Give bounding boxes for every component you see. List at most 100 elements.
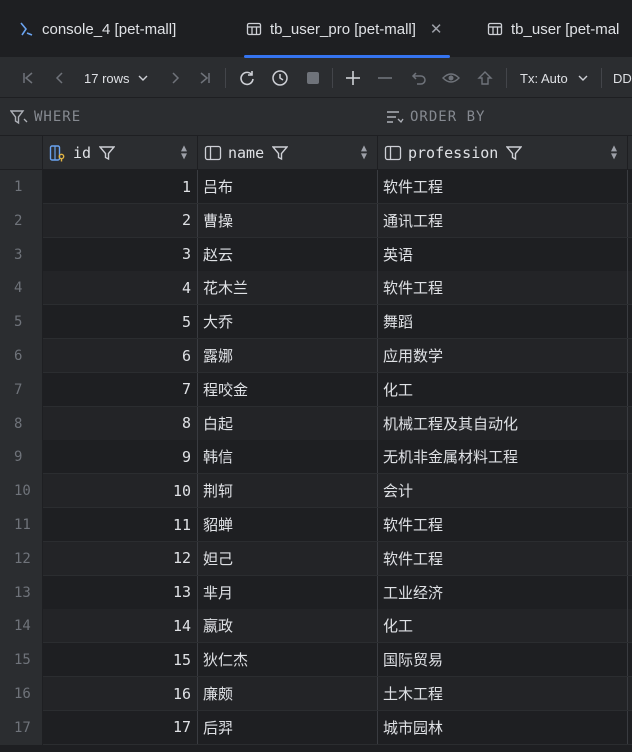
add-row-icon[interactable]: [342, 58, 364, 98]
id-cell[interactable]: 10: [43, 474, 198, 508]
tab-tb-user-pro[interactable]: tb_user_pro [pet-mall] ✕: [244, 0, 451, 58]
table-row[interactable]: 15 15 狄仁杰 国际贸易: [0, 643, 632, 678]
table-row[interactable]: 10 10 荆轲 会计: [0, 474, 632, 509]
next-page-icon[interactable]: [165, 58, 185, 98]
profession-cell[interactable]: 软件工程: [378, 541, 628, 575]
table-row[interactable]: 17 17 后羿 城市园林: [0, 710, 632, 745]
table-row[interactable]: 16 16 廉颇 土木工程: [0, 677, 632, 711]
name-cell[interactable]: 妲己: [198, 541, 378, 575]
table-row[interactable]: 7 7 程咬金 化工: [0, 372, 632, 407]
rows-count-dropdown[interactable]: 17 rows: [84, 58, 156, 98]
name-cell[interactable]: 赵云: [198, 237, 378, 271]
sort-arrows-icon[interactable]: ▲ ▼: [181, 144, 187, 162]
id-cell[interactable]: 13: [43, 575, 198, 609]
sort-arrows-icon[interactable]: ▲ ▼: [361, 144, 367, 162]
name-cell[interactable]: 貂蝉: [198, 508, 378, 541]
id-cell[interactable]: 14: [43, 609, 198, 643]
profession-cell[interactable]: 软件工程: [378, 271, 628, 305]
id-cell[interactable]: 15: [43, 643, 198, 677]
history-clock-icon[interactable]: [269, 58, 291, 98]
name-cell[interactable]: 白起: [198, 406, 378, 440]
id-cell[interactable]: 16: [43, 677, 198, 710]
id-cell[interactable]: 5: [43, 305, 198, 339]
view-changes-icon[interactable]: [440, 58, 464, 98]
name-cell[interactable]: 后羿: [198, 710, 378, 744]
profession-cell[interactable]: 机械工程及其自动化: [378, 406, 628, 440]
table-row[interactable]: 6 6 露娜 应用数学: [0, 339, 632, 373]
column-filter-icon[interactable]: [272, 145, 289, 161]
tab-console-4[interactable]: console_4 [pet-mall]: [18, 0, 176, 58]
profession-cell[interactable]: 软件工程: [378, 508, 628, 541]
name-cell[interactable]: 吕布: [198, 170, 378, 203]
profession-cell[interactable]: 城市园林: [378, 710, 628, 744]
id-cell[interactable]: 17: [43, 710, 198, 744]
column-header-name[interactable]: name ▲ ▼: [198, 136, 378, 170]
id-cell[interactable]: 2: [43, 203, 198, 237]
id-cell[interactable]: 11: [43, 508, 198, 541]
sort-arrows-icon[interactable]: ▲ ▼: [611, 144, 617, 162]
id-cell[interactable]: 8: [43, 406, 198, 440]
profession-cell[interactable]: 工业经济: [378, 575, 628, 609]
column-header-id[interactable]: id ▲ ▼: [43, 136, 198, 170]
stop-icon[interactable]: [302, 58, 324, 98]
column-header-profession[interactable]: profession ▲ ▼: [378, 136, 628, 170]
table-row[interactable]: 5 5 大乔 舞蹈: [0, 305, 632, 340]
name-cell[interactable]: 花木兰: [198, 271, 378, 305]
profession-cell[interactable]: 舞蹈: [378, 305, 628, 339]
table-row[interactable]: 14 14 嬴政 化工: [0, 609, 632, 644]
first-page-icon[interactable]: [18, 58, 38, 98]
id-cell[interactable]: 3: [43, 237, 198, 271]
name-cell[interactable]: 廉颇: [198, 677, 378, 710]
profession-cell[interactable]: 化工: [378, 609, 628, 643]
order-by-filter[interactable]: ORDER BY: [386, 98, 485, 136]
table-row[interactable]: 2 2 曹操 通讯工程: [0, 203, 632, 238]
profession-cell[interactable]: 软件工程: [378, 170, 628, 203]
table-row[interactable]: 13 13 芈月 工业经济: [0, 575, 632, 610]
id-cell[interactable]: 1: [43, 170, 198, 203]
profession-cell[interactable]: 通讯工程: [378, 203, 628, 237]
name-cell[interactable]: 曹操: [198, 203, 378, 237]
profession-cell[interactable]: 无机非金属材料工程: [378, 440, 628, 474]
tab-tb-user[interactable]: tb_user [pet-mal: [487, 0, 619, 58]
table-row[interactable]: 9 9 韩信 无机非金属材料工程: [0, 440, 632, 475]
profession-cell[interactable]: 国际贸易: [378, 643, 628, 677]
name-cell[interactable]: 嬴政: [198, 609, 378, 643]
profession-cell[interactable]: 化工: [378, 372, 628, 406]
id-cell[interactable]: 7: [43, 372, 198, 406]
previous-page-icon[interactable]: [50, 58, 70, 98]
submit-up-arrow-icon[interactable]: [474, 58, 496, 98]
name-cell[interactable]: 韩信: [198, 440, 378, 474]
name-cell[interactable]: 程咬金: [198, 372, 378, 406]
profession-cell[interactable]: 土木工程: [378, 677, 628, 710]
refresh-icon[interactable]: [236, 58, 258, 98]
name-cell[interactable]: 荆轲: [198, 474, 378, 508]
profession-cell[interactable]: 应用数学: [378, 339, 628, 372]
name-cell[interactable]: 大乔: [198, 305, 378, 339]
name-cell[interactable]: 露娜: [198, 339, 378, 372]
last-page-icon[interactable]: [195, 58, 215, 98]
table-row[interactable]: 3 3 赵云 英语: [0, 237, 632, 272]
ddl-button[interactable]: DD: [613, 58, 632, 98]
id-cell[interactable]: 6: [43, 339, 198, 372]
name-cell[interactable]: 芈月: [198, 575, 378, 609]
tab-label: tb_user_pro [pet-mall]: [270, 20, 416, 38]
close-icon[interactable]: ✕: [430, 20, 443, 38]
delete-row-icon[interactable]: [374, 58, 396, 98]
revert-icon[interactable]: [408, 58, 430, 98]
row-number-cell: 7: [0, 372, 43, 407]
column-filter-icon[interactable]: [506, 145, 523, 161]
column-filter-icon[interactable]: [99, 145, 116, 161]
table-row[interactable]: 11 11 貂蝉 软件工程: [0, 508, 632, 542]
transaction-mode-dropdown[interactable]: Tx: Auto: [520, 58, 592, 98]
table-row[interactable]: 8 8 白起 机械工程及其自动化: [0, 406, 632, 441]
where-filter[interactable]: WHERE: [10, 98, 81, 136]
profession-cell[interactable]: 英语: [378, 237, 628, 271]
profession-cell[interactable]: 会计: [378, 474, 628, 508]
table-row[interactable]: 1 1 吕布 软件工程: [0, 170, 632, 204]
table-row[interactable]: 4 4 花木兰 软件工程: [0, 271, 632, 306]
name-cell[interactable]: 狄仁杰: [198, 643, 378, 677]
id-cell[interactable]: 9: [43, 440, 198, 474]
table-row[interactable]: 12 12 妲己 软件工程: [0, 541, 632, 576]
id-cell[interactable]: 12: [43, 541, 198, 575]
id-cell[interactable]: 4: [43, 271, 198, 305]
